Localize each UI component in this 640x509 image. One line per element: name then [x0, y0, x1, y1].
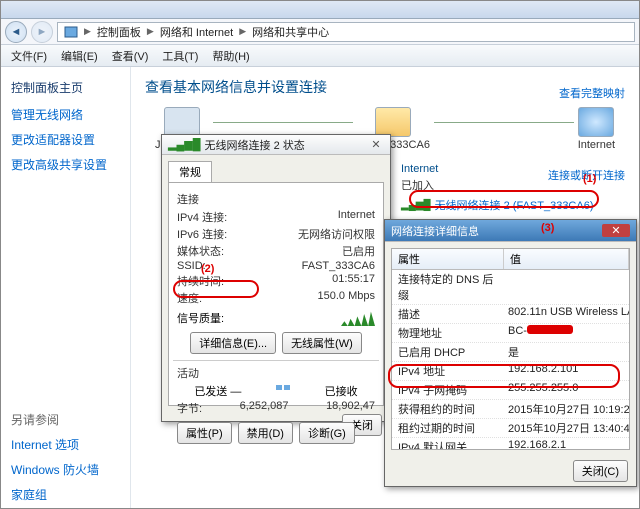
menu-bar: 文件(F) 编辑(E) 查看(V) 工具(T) 帮助(H)	[1, 45, 639, 67]
crumb-leaf[interactable]: 网络和共享中心	[252, 24, 329, 40]
details-row: 获得租约的时间2015年10月27日 10:19:28	[392, 400, 629, 419]
section-activity: 活动	[177, 365, 375, 381]
crumb-mid[interactable]: 网络和 Internet	[160, 24, 233, 40]
details-row: 已启用 DHCP是	[392, 343, 629, 362]
details-row: 物理地址BC-	[392, 324, 629, 343]
details-header: 属性值	[392, 249, 629, 270]
menu-tools[interactable]: 工具(T)	[162, 48, 198, 64]
router-icon	[375, 107, 411, 137]
joined-label: 已加入	[401, 177, 434, 193]
menu-help[interactable]: 帮助(H)	[212, 48, 249, 64]
sidebar-also-firewall[interactable]: Windows 防火墙	[11, 461, 120, 478]
details-row: 描述802.11n USB Wireless LAN Card	[392, 305, 629, 324]
breadcrumb[interactable]: ▶ 控制面板 ▶ 网络和 Internet ▶ 网络和共享中心	[57, 22, 635, 42]
prop-val: 150.0 Mbps	[318, 290, 375, 306]
pc-icon	[164, 107, 200, 137]
prop-val: 已启用	[342, 243, 375, 259]
signal-quality-label: 信号质量:	[177, 310, 224, 326]
bytes-sent: 6,252,087	[240, 400, 289, 416]
section-connection: 连接	[177, 191, 375, 207]
sidebar-also-inetopt[interactable]: Internet 选项	[11, 436, 120, 453]
signal-icon: ▂▄▆█	[168, 138, 201, 151]
prop-val: 01:55:17	[332, 273, 375, 289]
annotation-3: (3)	[541, 222, 554, 234]
disable-button[interactable]: 禁用(D)	[238, 422, 293, 444]
link-full-map[interactable]: 查看完整映射	[548, 85, 625, 101]
back-button[interactable]: ◄	[5, 21, 27, 43]
sidebar: 控制面板主页 管理无线网络 更改适配器设置 更改高级共享设置 另请参阅 Inte…	[1, 67, 131, 508]
prop-val: Internet	[338, 209, 375, 225]
close-icon[interactable]: ✕	[368, 138, 384, 151]
monitors-icon	[276, 383, 290, 397]
details-row: 租约过期的时间2015年10月27日 13:40:41	[392, 419, 629, 438]
annotation-1: (1)	[583, 173, 596, 185]
active-connection-link[interactable]: 无线网络连接 2 (FAST_333CA6)	[435, 197, 594, 213]
close-icon[interactable]: ✕	[602, 224, 630, 237]
menu-file[interactable]: 文件(F)	[11, 48, 47, 64]
prop-key: IPv6 连接:	[177, 226, 227, 242]
active-network-panel: Internet 已加入 ▂▄▆█ 无线网络连接 2 (FAST_333CA6)	[401, 161, 629, 213]
prop-key: 持续时间:	[177, 273, 224, 289]
details-row: IPv4 子网掩码255.255.255.0	[392, 381, 629, 400]
connection-status-dialog: ▂▄▆█ 无线网络连接 2 状态 ✕ 常规 连接 IPv4 连接: Interne…	[161, 134, 391, 422]
properties-button[interactable]: 属性(P)	[177, 422, 232, 444]
prop-key: 速度:	[177, 290, 202, 306]
sidebar-also-homegroup[interactable]: 家庭组	[11, 486, 120, 503]
control-panel-icon	[64, 25, 78, 39]
diagnose-button[interactable]: 诊断(G)	[299, 422, 355, 444]
menu-view[interactable]: 查看(V)	[112, 48, 149, 64]
crumb-root[interactable]: 控制面板	[97, 24, 141, 40]
details-button[interactable]: 详细信息(E)...	[190, 332, 276, 354]
prop-val: FAST_333CA6	[302, 260, 375, 272]
wireless-props-button[interactable]: 无线属性(W)	[282, 332, 362, 354]
details-row: IPv4 地址192.168.2.101	[392, 362, 629, 381]
annotation-2: (2)	[201, 263, 214, 275]
prop-val: 无网络访问权限	[298, 226, 375, 242]
menu-edit[interactable]: 编辑(E)	[61, 48, 98, 64]
forward-button[interactable]: ►	[31, 21, 53, 43]
connection-details-dialog: 网络连接详细信息 ✕ 属性值 连接特定的 DNS 后缀描述802.11n USB…	[384, 219, 637, 487]
prop-key: 媒体状态:	[177, 243, 224, 259]
bytes-recv: 18,902,47	[326, 400, 375, 416]
signal-bars-icon	[341, 310, 375, 326]
prop-key: IPv4 连接:	[177, 209, 227, 225]
sidebar-item-sharing[interactable]: 更改高级共享设置	[11, 156, 120, 173]
details-row: IPv4 默认网关192.168.2.1	[392, 438, 629, 450]
dialog2-titlebar[interactable]: 网络连接详细信息 ✕	[385, 220, 636, 242]
dialog1-titlebar[interactable]: ▂▄▆█ 无线网络连接 2 状态 ✕	[162, 135, 390, 155]
sidebar-item-adapter[interactable]: 更改适配器设置	[11, 131, 120, 148]
nav-bar: ◄ ► ▶ 控制面板 ▶ 网络和 Internet ▶ 网络和共享中心	[1, 19, 639, 45]
signal-icon: ▂▄▆█	[401, 200, 431, 211]
details-row: 连接特定的 DNS 后缀	[392, 270, 629, 305]
tab-general[interactable]: 常规	[168, 161, 212, 182]
sidebar-home[interactable]: 控制面板主页	[11, 79, 120, 96]
sidebar-also-label: 另请参阅	[11, 411, 120, 428]
details-close-button[interactable]: 关闭(C)	[573, 460, 628, 482]
sidebar-item-wireless[interactable]: 管理无线网络	[11, 106, 120, 123]
